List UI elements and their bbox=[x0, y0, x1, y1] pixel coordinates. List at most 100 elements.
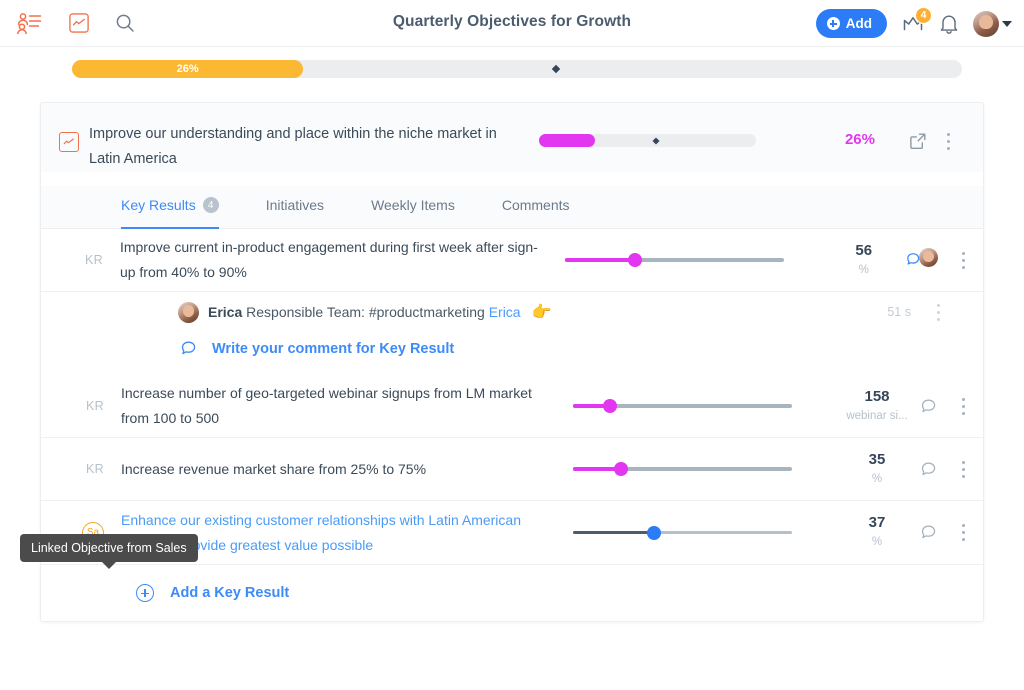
kr-progress-slider[interactable] bbox=[564, 251, 784, 269]
slider-thumb[interactable] bbox=[647, 525, 662, 540]
kr-progress-slider[interactable] bbox=[573, 460, 792, 478]
linked-objective-slider[interactable] bbox=[573, 524, 792, 542]
crown-icon[interactable]: 4 bbox=[901, 6, 932, 36]
kr-unit: % bbox=[858, 263, 869, 276]
objective-more-menu[interactable] bbox=[947, 132, 950, 150]
kr-unit: webinar si... bbox=[846, 409, 908, 422]
kr-value: 35 bbox=[868, 450, 886, 468]
avatar bbox=[973, 10, 999, 37]
comment-mention[interactable]: Erica bbox=[489, 304, 521, 320]
kr-comment-with-avatar[interactable] bbox=[906, 248, 938, 271]
tab-initiatives[interactable]: Initiatives bbox=[266, 187, 324, 229]
objective-chart-icon bbox=[58, 132, 79, 152]
kr-slider-cell bbox=[573, 397, 828, 415]
plus-circle-icon bbox=[136, 584, 154, 602]
objective-icon-cell bbox=[41, 122, 89, 152]
comment-author-avatar bbox=[919, 248, 938, 267]
kr-title: Improve current in-product engagement du… bbox=[119, 239, 538, 280]
kr-badge-cell: KR bbox=[41, 462, 121, 476]
write-comment-link[interactable]: Write your comment for Key Result bbox=[41, 332, 983, 375]
kr-progress-slider[interactable] bbox=[573, 397, 792, 415]
kr-value: 158 bbox=[864, 387, 890, 405]
comment-bubble-icon[interactable] bbox=[921, 461, 938, 478]
kebab-dot bbox=[962, 404, 965, 408]
kebab-dot bbox=[937, 317, 940, 321]
topbar-left-icons bbox=[0, 12, 135, 34]
kr-actions bbox=[920, 460, 983, 478]
table-row[interactable]: KR Increase revenue market share from 25… bbox=[41, 438, 983, 501]
tab-initiatives-label: Initiatives bbox=[265, 197, 325, 213]
bell-icon[interactable] bbox=[939, 13, 959, 35]
objective-progress-target-marker bbox=[652, 136, 660, 145]
slider-fill bbox=[573, 530, 655, 535]
comment-bubble-icon bbox=[181, 341, 196, 355]
table-row[interactable]: KR Increase number of geo-targeted webin… bbox=[41, 375, 983, 438]
add-button-label: Add bbox=[845, 16, 872, 31]
kr-unit: % bbox=[871, 536, 883, 548]
comment-author-name: Erica bbox=[208, 304, 243, 320]
slider-thumb[interactable] bbox=[614, 462, 629, 476]
team-icon[interactable] bbox=[17, 12, 43, 34]
kr-slider-cell bbox=[564, 251, 816, 269]
overall-progress-label: 26% bbox=[176, 63, 199, 75]
comment-text: Erica Responsible Team: #productmarketin… bbox=[208, 302, 551, 322]
overall-progress-target-marker bbox=[551, 64, 561, 74]
objective-progress-fill bbox=[539, 134, 596, 147]
objective-chart-icon-svg bbox=[63, 138, 74, 145]
tab-key-results-label: Key Results bbox=[121, 197, 196, 213]
top-navigation-bar: Quarterly Objectives for Growth Add 4 bbox=[0, 0, 1024, 47]
tab-comments-label: Comments bbox=[501, 197, 570, 213]
pointing-hand-emoji: 👉 bbox=[531, 304, 552, 321]
kr-more-menu[interactable] bbox=[962, 460, 965, 478]
kr-title: Increase number of geo-targeted webinar … bbox=[121, 385, 532, 426]
comment-body: Responsible Team: #productmarketing bbox=[246, 304, 485, 320]
kebab-dot bbox=[962, 258, 965, 262]
kr-more-menu[interactable] bbox=[962, 251, 965, 269]
kr-more-menu[interactable] bbox=[962, 397, 965, 415]
comment-bubble-icon[interactable] bbox=[921, 524, 938, 541]
kr-value-cell: 158 webinar si... bbox=[828, 387, 920, 426]
slider-thumb[interactable] bbox=[603, 399, 618, 413]
plus-icon bbox=[826, 17, 840, 30]
objective-progress-bar[interactable] bbox=[539, 134, 756, 147]
objective-actions bbox=[875, 122, 968, 150]
tab-comments[interactable]: Comments bbox=[502, 187, 570, 229]
kebab-dot bbox=[937, 310, 940, 314]
objective-progress-percent: 26% bbox=[844, 131, 875, 148]
kebab-dot bbox=[962, 411, 965, 415]
chevron-down-icon bbox=[1002, 20, 1012, 27]
tab-key-results[interactable]: Key Results 4 bbox=[121, 187, 219, 229]
kr-badge-cell: KR bbox=[41, 399, 121, 413]
comment-bubble-icon[interactable] bbox=[921, 398, 938, 415]
kebab-dot bbox=[962, 467, 965, 471]
external-link-icon[interactable] bbox=[909, 132, 927, 150]
add-button[interactable]: Add bbox=[815, 9, 887, 38]
kebab-dot bbox=[962, 397, 965, 401]
bell-icon-svg bbox=[940, 15, 958, 34]
objective-progress-cell bbox=[539, 122, 789, 147]
kr-badge-cell: KR bbox=[41, 253, 120, 267]
table-row[interactable]: KR Improve current in-product engagement… bbox=[41, 229, 983, 292]
search-icon[interactable] bbox=[115, 13, 135, 33]
slider-thumb[interactable] bbox=[627, 253, 642, 267]
kebab-dot bbox=[962, 460, 965, 464]
kebab-dot bbox=[937, 303, 940, 307]
crown-badge-count: 4 bbox=[915, 6, 932, 24]
overall-progress-bar[interactable]: 26% bbox=[72, 60, 962, 78]
kebab-dot bbox=[962, 531, 965, 534]
kr-value: 37 bbox=[868, 514, 886, 531]
kr-slider-cell bbox=[573, 460, 828, 478]
slider-fill bbox=[564, 258, 635, 262]
linked-objective-more-menu[interactable] bbox=[962, 524, 965, 541]
user-avatar-menu[interactable] bbox=[973, 10, 1012, 37]
objectives-chart-icon[interactable] bbox=[69, 12, 89, 34]
kebab-dot bbox=[947, 146, 950, 150]
tab-weekly-items[interactable]: Weekly Items bbox=[371, 187, 455, 229]
kebab-dot bbox=[947, 132, 950, 136]
add-key-result-button[interactable]: Add a Key Result bbox=[41, 565, 983, 621]
comment-more-menu[interactable] bbox=[937, 303, 940, 321]
kr-value-cell: 35 % bbox=[828, 450, 920, 489]
linked-objective-tooltip: Linked Objective from Sales bbox=[20, 534, 198, 562]
topbar-right-actions: Add 4 bbox=[815, 0, 1012, 47]
kr-type-badge: KR bbox=[86, 399, 104, 413]
